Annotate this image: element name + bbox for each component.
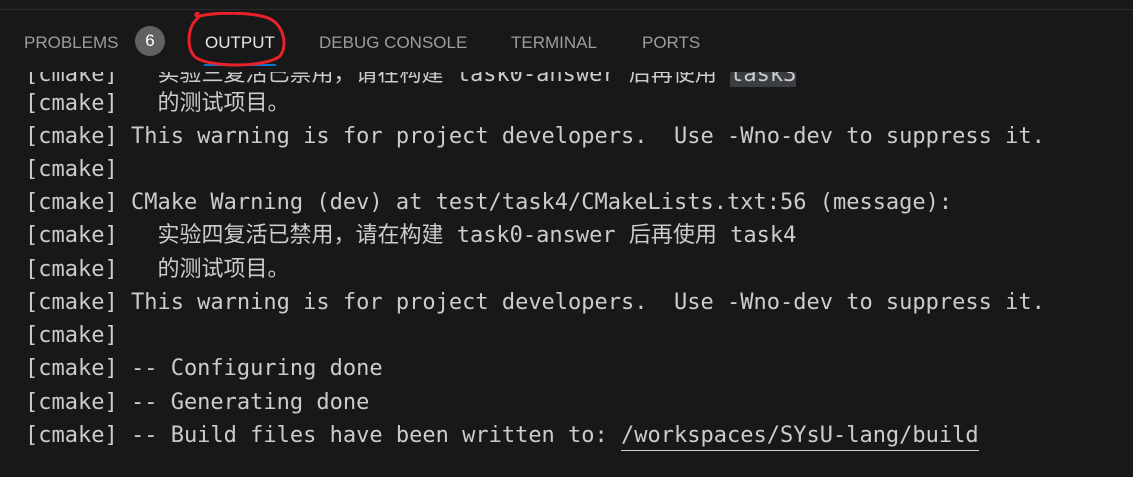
output-panel: [cmake] 实验三复活已禁用，请在构建 task0-answer 后再使用 … <box>0 0 1133 477</box>
active-tab-indicator <box>204 64 276 66</box>
tab-output-label: OUTPUT <box>205 33 275 52</box>
tab-ports-label: PORTS <box>642 33 701 52</box>
output-line: [cmake] 的测试项目。 <box>25 91 290 116</box>
panel-tab-bar: PROBLEMS 6 OUTPUT DEBUG CONSOLE TERMINAL… <box>0 10 1133 72</box>
output-line-last: [cmake] -- Build files have been written… <box>25 419 979 452</box>
tab-ports[interactable]: PORTS <box>642 10 700 72</box>
output-line: [cmake] 实验四复活已禁用，请在构建 task0-answer 后再使用 … <box>25 223 797 248</box>
problems-count-badge: 6 <box>135 26 165 56</box>
output-line: [cmake] -- Configuring done <box>25 356 383 381</box>
output-line: [cmake] <box>25 157 118 182</box>
build-path-link[interactable]: /workspaces/SYsU-lang/build <box>621 423 979 451</box>
tab-terminal[interactable]: TERMINAL <box>511 10 597 72</box>
output-line: [cmake] <box>25 323 118 348</box>
output-line: [cmake] CMake Warning (dev) at test/task… <box>25 190 953 215</box>
tab-debug-console-label: DEBUG CONSOLE <box>319 33 468 52</box>
tab-problems[interactable]: PROBLEMS <box>24 10 118 72</box>
output-line: [cmake] 的测试项目。 <box>25 257 290 282</box>
tab-problems-label: PROBLEMS <box>24 33 119 52</box>
output-line-prefix: [cmake] -- Build files have been written… <box>25 423 622 448</box>
tab-debug-console[interactable]: DEBUG CONSOLE <box>319 10 467 72</box>
tab-terminal-label: TERMINAL <box>511 33 597 52</box>
output-line: [cmake] This warning is for project deve… <box>25 124 1045 149</box>
output-line: [cmake] This warning is for project deve… <box>25 290 1045 315</box>
output-line: [cmake] -- Generating done <box>25 390 370 415</box>
tab-output[interactable]: OUTPUT <box>204 10 276 72</box>
